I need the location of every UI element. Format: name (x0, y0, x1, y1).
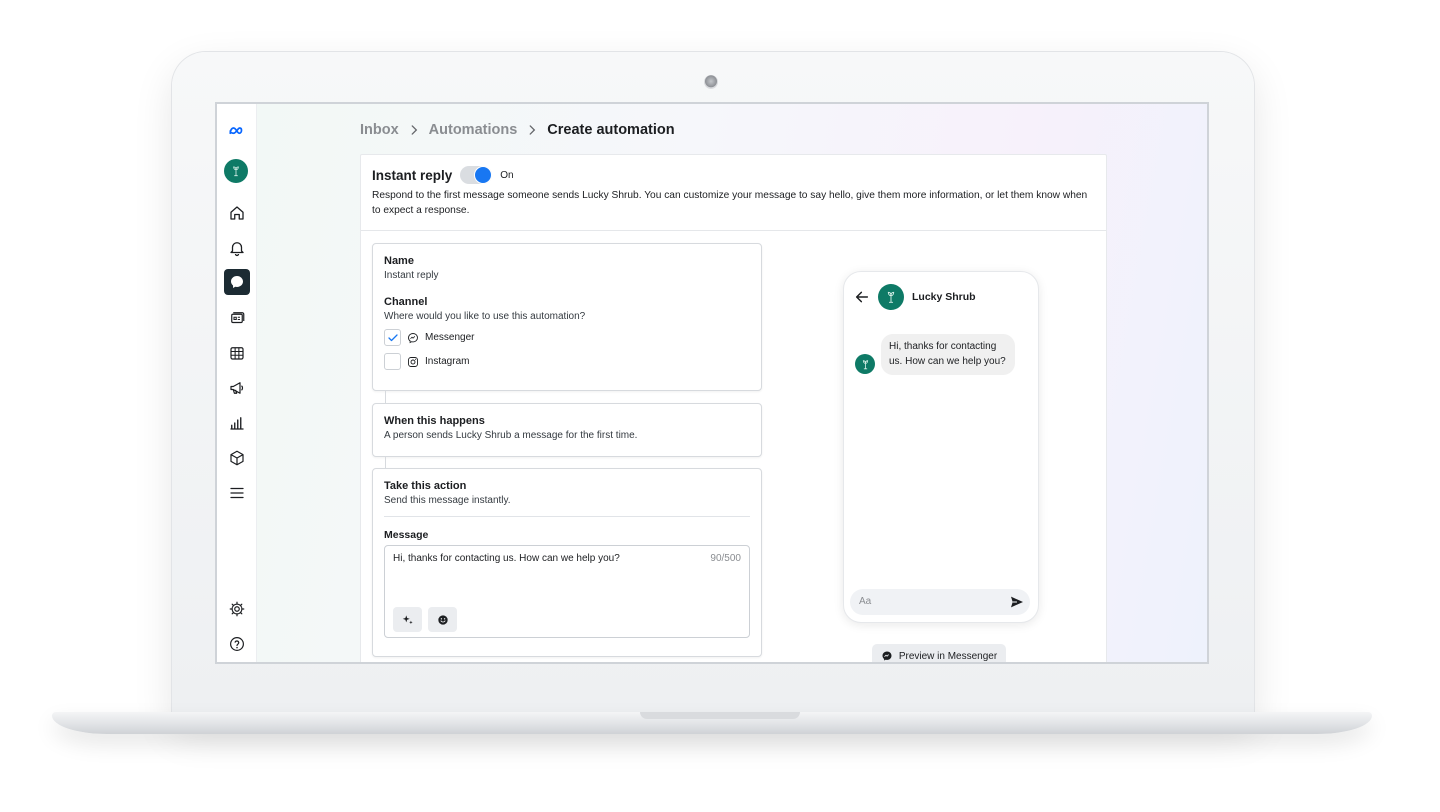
message-text: Hi, thanks for contacting us. How can we… (393, 553, 620, 564)
instant-reply-toggle[interactable] (460, 166, 493, 184)
help-icon[interactable] (224, 631, 250, 657)
left-nav (217, 104, 257, 662)
laptop-notch (640, 712, 800, 719)
bell-icon[interactable] (224, 235, 250, 261)
action-panel[interactable]: Take this action Send this message insta… (372, 468, 762, 657)
messenger-icon (408, 332, 418, 343)
breadcrumb: Inbox Automations Create automation (360, 122, 675, 138)
home-icon[interactable] (224, 200, 250, 226)
channel-option-messenger[interactable]: Messenger (384, 329, 750, 346)
flow-connector (385, 391, 386, 403)
toggle-knob (474, 166, 493, 184)
instagram-icon (408, 356, 418, 367)
emoji-icon (437, 614, 448, 625)
products-icon[interactable] (224, 445, 250, 471)
breadcrumb-automations[interactable]: Automations (429, 122, 518, 138)
preview-button-label: Preview in Messenger (898, 650, 998, 662)
channel-label: Channel (384, 296, 428, 308)
page-title: Create automation (547, 122, 675, 138)
content-icon[interactable] (224, 305, 250, 331)
back-arrow-icon[interactable] (854, 289, 870, 305)
meta-logo-icon[interactable] (224, 118, 250, 144)
ai-sparkle-button[interactable] (393, 607, 422, 632)
inbox-icon[interactable] (224, 269, 250, 295)
instagram-label: Instagram (425, 356, 470, 367)
action-label: Take this action (384, 480, 467, 492)
preview-page-name: Lucky Shrub (912, 291, 976, 303)
message-label: Message (384, 529, 429, 541)
ads-icon[interactable] (224, 375, 250, 401)
channel-question: Where would you like to use this automat… (384, 311, 586, 322)
trigger-panel[interactable]: When this happens A person sends Lucky S… (372, 403, 762, 457)
insights-icon[interactable] (224, 410, 250, 436)
character-count: 90/500 (710, 553, 741, 564)
menu-icon[interactable] (224, 480, 250, 506)
preview-composer: Aa (850, 589, 1030, 615)
name-label: Name (384, 255, 414, 267)
emoji-button[interactable] (428, 607, 457, 632)
automation-title: Instant reply (372, 167, 453, 183)
breadcrumb-inbox[interactable]: Inbox (360, 122, 399, 138)
messenger-label: Messenger (425, 332, 475, 343)
composer-placeholder: Aa (859, 596, 872, 607)
toggle-status: On (500, 169, 514, 181)
automation-description: Respond to the first message someone sen… (372, 190, 1088, 216)
check-icon (387, 333, 398, 341)
messenger-preview: Lucky Shrub Hi, thanks for contacting us… (843, 271, 1039, 623)
automation-card: Instant reply On Respond to the first me… (360, 154, 1107, 662)
instagram-checkbox[interactable] (384, 353, 401, 370)
chevron-right-icon (529, 125, 536, 135)
sparkle-icon (402, 614, 413, 624)
messenger-icon (882, 651, 892, 661)
preview-avatar (878, 284, 904, 310)
chat-avatar (855, 354, 875, 374)
channel-option-instagram[interactable]: Instagram (384, 353, 750, 370)
name-channel-panel[interactable]: Name Instant reply Channel Where would y… (372, 243, 762, 391)
app-screen: Inbox Automations Create automation Inst… (215, 102, 1209, 664)
send-icon (1011, 596, 1023, 608)
trigger-description: A person sends Lucky Shrub a message for… (384, 430, 638, 441)
message-input[interactable]: Hi, thanks for contacting us. How can we… (384, 545, 750, 638)
name-value: Instant reply (384, 270, 439, 281)
preview-header: Lucky Shrub (854, 284, 976, 310)
camera-icon (704, 75, 718, 89)
preview-in-messenger-button[interactable]: Preview in Messenger (872, 644, 1006, 662)
message-bubble: Hi, thanks for contacting us. How can we… (881, 334, 1015, 375)
settings-icon[interactable] (224, 596, 250, 622)
card-header: Instant reply On Respond to the first me… (361, 155, 1106, 231)
chevron-right-icon (411, 125, 417, 135)
divider (384, 516, 750, 517)
planner-icon[interactable] (224, 340, 250, 366)
messenger-checkbox[interactable] (384, 329, 401, 346)
page-avatar[interactable] (224, 159, 248, 183)
trigger-label: When this happens (384, 415, 485, 427)
flow-connector (385, 457, 386, 468)
action-description: Send this message instantly. (384, 495, 511, 506)
